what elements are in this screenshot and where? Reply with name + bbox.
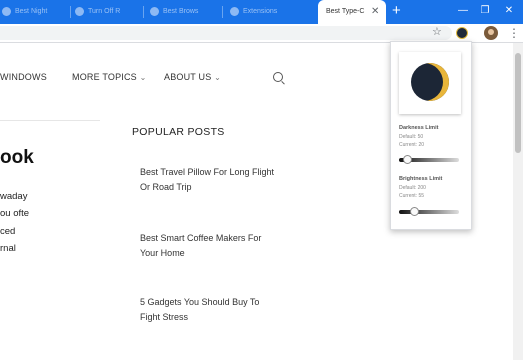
darkness-limit-label: Darkness Limit [399,125,439,131]
star-icon[interactable]: ☆ [432,25,442,39]
profile-avatar[interactable] [484,26,498,40]
chevron-down-icon: ⌄ [139,73,147,82]
popular-post-link[interactable]: Best Smart Coffee Makers For Your Home [140,231,280,261]
tab-favicon [230,6,239,16]
nav-windows[interactable]: WINDOWS [0,72,47,82]
search-icon[interactable] [273,72,283,82]
tab-strip: Best Night Turn Off R Best Brows Extensi… [0,0,523,24]
brightness-slider-thumb[interactable] [410,207,419,216]
tab-label: Extensions [243,8,278,15]
darkness-default: Default: 50 [399,134,424,140]
darkness-slider-thumb[interactable] [403,155,412,164]
tab-favicon [75,6,84,16]
moon-icon [411,63,449,101]
brightness-slider[interactable] [399,207,459,216]
tab-label: Best Brows [163,8,199,15]
tab-separator [70,6,71,18]
tab-favicon [150,6,159,16]
article-title: ook [0,147,34,168]
close-icon[interactable]: ✕ [371,0,379,24]
extension-popup: Darkness Limit Default: 50 Current: 20 B… [390,41,472,230]
minimize-button[interactable]: — [451,0,475,24]
tab-label: Best Night [15,8,48,15]
moon-card [399,52,461,114]
tab-4[interactable]: Extensions [230,0,312,24]
tab-separator [143,6,144,18]
tab-favicon [2,6,11,16]
nav-about-us[interactable]: ABOUT US ⌄ [164,72,221,82]
article-text-line: ced [0,226,16,237]
tab-label: Best Type-C [326,8,365,15]
brightness-default: Default: 200 [399,185,426,191]
nav-label: ABOUT US [164,72,212,82]
brightness-limit-label: Brightness Limit [399,176,443,182]
divider [0,120,100,121]
new-tab-button[interactable]: + [392,0,401,24]
popular-post-link[interactable]: Best Travel Pillow For Long Flight Or Ro… [140,165,280,195]
nav-label: MORE TOPICS [72,72,137,82]
darkness-current: Current: 20 [399,142,425,148]
tab-3[interactable]: Best Brows [150,0,216,24]
article-text-line: ou ofte [0,208,30,219]
tab-2[interactable]: Turn Off R [75,0,141,24]
article-text-line: waday [0,191,28,202]
menu-dots-icon[interactable]: ⋮ [508,24,520,42]
nav-more-topics[interactable]: MORE TOPICS ⌄ [72,72,147,82]
popular-post-link[interactable]: 5 Gadgets You Should Buy To Fight Stress [140,295,280,325]
scrollbar-thumb[interactable] [515,53,521,153]
window-close-button[interactable]: ✕ [497,0,521,24]
brightness-current: Current: 55 [399,193,425,199]
restore-button[interactable]: ❐ [473,0,497,24]
night-mode-extension-icon[interactable] [456,27,468,39]
popular-posts-heading: POPULAR POSTS [132,126,225,138]
tab-label: Turn Off R [88,8,121,15]
article-text-line: rnal [0,243,16,254]
address-bar[interactable] [0,26,452,40]
darkness-slider[interactable] [399,155,459,164]
tab-separator [222,6,223,18]
tab-1[interactable]: Best Night [2,0,68,24]
page-scrollbar[interactable] [513,43,523,360]
chevron-down-icon: ⌄ [214,73,222,82]
